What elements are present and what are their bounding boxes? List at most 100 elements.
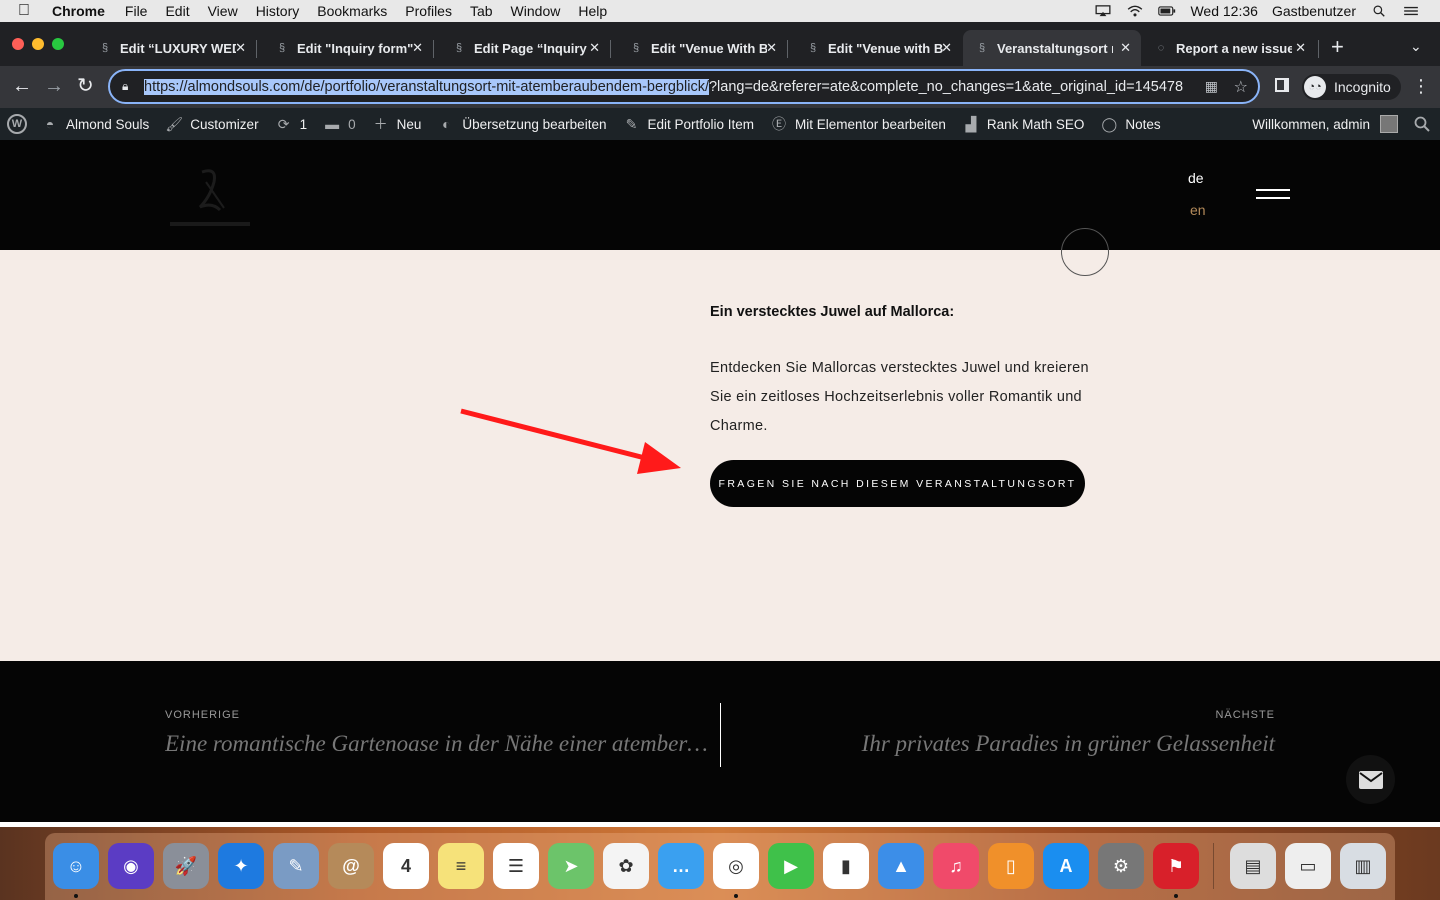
spotlight-search-icon[interactable] bbox=[1370, 5, 1388, 17]
battery-icon[interactable] bbox=[1158, 5, 1176, 17]
dock-facetime-icon[interactable]: ▶ bbox=[768, 843, 814, 889]
wp-edit-portfolio-item[interactable]: ✎ Edit Portfolio Item bbox=[622, 116, 754, 133]
dock-trash-icon[interactable]: ▥ bbox=[1340, 843, 1386, 889]
address-bar[interactable]: 🔒︎ https://almondsouls.com/de/portfolio/… bbox=[108, 69, 1260, 104]
contact-mail-button[interactable] bbox=[1346, 755, 1395, 804]
airplay-icon[interactable] bbox=[1094, 5, 1112, 17]
next-post-link[interactable]: Ihr privates Paradies in grüner Gelassen… bbox=[862, 731, 1275, 757]
macos-menu-bar:  Chrome File Edit View History Bookmark… bbox=[0, 0, 1440, 22]
wp-updates[interactable]: ⟳ 1 bbox=[275, 116, 307, 133]
menu-window[interactable]: Window bbox=[511, 3, 561, 19]
address-bar-url[interactable]: https://almondsouls.com/de/portfolio/ver… bbox=[144, 78, 1199, 95]
tab-close-icon[interactable]: ✕ bbox=[1295, 40, 1306, 56]
wp-edit-with-elementor[interactable]: Ⓔ Mit Elementor bearbeiten bbox=[770, 114, 946, 134]
dock-contacts-icon[interactable]: @ bbox=[328, 843, 374, 889]
rank-math-chart-icon: ▟ bbox=[965, 115, 977, 132]
dock-photos-icon[interactable]: ✿ bbox=[603, 843, 649, 889]
wp-site-name[interactable]: ◓ Almond Souls bbox=[41, 116, 150, 132]
menu-view[interactable]: View bbox=[208, 3, 238, 19]
dock-music-icon[interactable]: ♫ bbox=[933, 843, 979, 889]
menubar-clock[interactable]: Wed 12:36 bbox=[1190, 3, 1257, 19]
dock-preview-icon[interactable]: ✎ bbox=[273, 843, 319, 889]
reload-icon[interactable]: ↻ bbox=[77, 75, 94, 97]
tab-edit-venue-1[interactable]: § Edit "Venue With Breathtaking" ✕ bbox=[617, 30, 787, 66]
dock-safari-icon[interactable]: ✦ bbox=[218, 843, 264, 889]
dock-document-stack-icon[interactable]: ▤ bbox=[1230, 843, 1276, 889]
site-logo[interactable] bbox=[162, 162, 258, 228]
tab-edit-luxury-wedding[interactable]: § Edit “LUXURY WEDDING” ✕ bbox=[86, 30, 256, 66]
tab-close-icon[interactable]: ✕ bbox=[766, 40, 777, 56]
wp-edit-translation[interactable]: ◐ Übersetzung bearbeiten bbox=[437, 116, 606, 132]
dock-maps-icon[interactable]: ➤ bbox=[548, 843, 594, 889]
dock-acrobat-icon[interactable]: ⚑ bbox=[1153, 843, 1199, 889]
dock-pdf-stack-icon[interactable]: ▭ bbox=[1285, 843, 1331, 889]
tab-edit-page-inquiry[interactable]: § Edit Page “Inquiry form” ✕ bbox=[440, 30, 610, 66]
tab-separator bbox=[1318, 40, 1319, 58]
tab-close-icon[interactable]: ✕ bbox=[412, 40, 423, 56]
site-favicon-icon: § bbox=[809, 42, 817, 54]
admin-avatar[interactable] bbox=[1380, 115, 1398, 133]
dock-system-preferences-icon[interactable]: ⚙ bbox=[1098, 843, 1144, 889]
dock-siri-icon[interactable]: ◉ bbox=[108, 843, 154, 889]
tab-title: Edit "Venue with Breathtaking" bbox=[828, 40, 944, 56]
wp-new-content[interactable]: ＋ Neu bbox=[372, 114, 422, 134]
dock-calendar-icon[interactable]: 4 bbox=[383, 843, 429, 889]
menu-bookmarks[interactable]: Bookmarks bbox=[317, 3, 387, 19]
lock-icon[interactable]: 🔒︎ bbox=[122, 79, 136, 94]
menu-help[interactable]: Help bbox=[578, 3, 607, 19]
tab-close-icon[interactable]: ✕ bbox=[941, 40, 952, 56]
close-window-button[interactable] bbox=[12, 38, 24, 50]
tab-veranstaltungsort-active[interactable]: § Veranstaltungsort mit ✕ bbox=[963, 30, 1141, 66]
prev-post-link[interactable]: Eine romantische Gartenoase in der Nähe … bbox=[165, 731, 717, 757]
side-panel-icon[interactable] bbox=[1275, 78, 1289, 92]
menu-tab[interactable]: Tab bbox=[470, 3, 493, 19]
dock-keynote-icon[interactable]: ▲ bbox=[878, 843, 924, 889]
language-switch-de[interactable]: de bbox=[1188, 170, 1204, 186]
menu-app-chrome[interactable]: Chrome bbox=[52, 3, 105, 19]
tab-edit-venue-2[interactable]: § Edit "Venue with Breathtaking" ✕ bbox=[794, 30, 962, 66]
wp-welcome-admin[interactable]: Willkommen, admin bbox=[1252, 117, 1370, 132]
menu-file[interactable]: File bbox=[125, 3, 148, 19]
wp-comments[interactable]: ▬ 0 bbox=[323, 116, 356, 132]
chrome-menu-kebab-icon[interactable]: ⋮ bbox=[1412, 76, 1430, 97]
dock-reminders-icon[interactable]: ☰ bbox=[493, 843, 539, 889]
menu-edit[interactable]: Edit bbox=[165, 3, 189, 19]
forward-arrow-icon[interactable]: → bbox=[44, 75, 64, 97]
wp-rank-math-seo[interactable]: ▟ Rank Math SEO bbox=[962, 115, 1084, 133]
bookmark-star-icon[interactable]: ☆ bbox=[1234, 77, 1248, 97]
menubar-status-area: Wed 12:36 Gastbenutzer bbox=[1094, 0, 1420, 22]
dock-chrome-icon[interactable]: ◎ bbox=[713, 843, 759, 889]
tab-report-issue[interactable]: ◌ Report a new issue ✕ bbox=[1142, 30, 1316, 66]
incognito-profile-button[interactable]: ◔◔ Incognito bbox=[1302, 74, 1401, 100]
tab-search-chevron-icon[interactable]: ⌄ bbox=[1410, 38, 1422, 55]
dock-app-store-icon[interactable]: A bbox=[1043, 843, 1089, 889]
minimize-window-button[interactable] bbox=[32, 38, 44, 50]
dock-numbers-icon[interactable]: ▮ bbox=[823, 843, 869, 889]
wordpress-logo-icon[interactable]: W bbox=[7, 114, 27, 134]
qr-code-icon[interactable]: ▦ bbox=[1205, 78, 1218, 95]
tab-close-icon[interactable]: ✕ bbox=[1120, 40, 1131, 56]
inquire-venue-button[interactable]: FRAGEN SIE NACH DIESEM VERANSTALTUNGSORT bbox=[710, 460, 1085, 507]
dock-notes-icon[interactable]: ≡ bbox=[438, 843, 484, 889]
control-center-icon[interactable] bbox=[1402, 5, 1420, 17]
hamburger-menu-icon[interactable] bbox=[1256, 189, 1290, 205]
new-tab-plus-icon[interactable]: + bbox=[1331, 36, 1344, 58]
tab-close-icon[interactable]: ✕ bbox=[235, 40, 246, 56]
dock-books-icon[interactable]: ▯ bbox=[988, 843, 1034, 889]
apple-icon[interactable]:  bbox=[18, 2, 36, 20]
wp-customizer[interactable]: 🖌︎ Customizer bbox=[165, 116, 258, 133]
wp-search-icon[interactable] bbox=[1414, 116, 1430, 132]
dock-finder-icon[interactable]: ☺ bbox=[53, 843, 99, 889]
back-arrow-icon[interactable]: ← bbox=[12, 75, 32, 97]
menubar-user[interactable]: Gastbenutzer bbox=[1272, 3, 1356, 19]
dock-messages-icon[interactable]: … bbox=[658, 843, 704, 889]
wifi-icon[interactable] bbox=[1126, 5, 1144, 17]
language-switch-en[interactable]: en bbox=[1190, 202, 1206, 218]
wp-notes[interactable]: ◯ Notes bbox=[1100, 116, 1161, 133]
menu-profiles[interactable]: Profiles bbox=[405, 3, 452, 19]
menu-history[interactable]: History bbox=[256, 3, 300, 19]
dock-launchpad-icon[interactable]: 🚀 bbox=[163, 843, 209, 889]
zoom-window-button[interactable] bbox=[52, 38, 64, 50]
tab-edit-inquiry-form[interactable]: § Edit "Inquiry form" ‹ Almond ✕ bbox=[263, 30, 433, 66]
tab-close-icon[interactable]: ✕ bbox=[589, 40, 600, 56]
